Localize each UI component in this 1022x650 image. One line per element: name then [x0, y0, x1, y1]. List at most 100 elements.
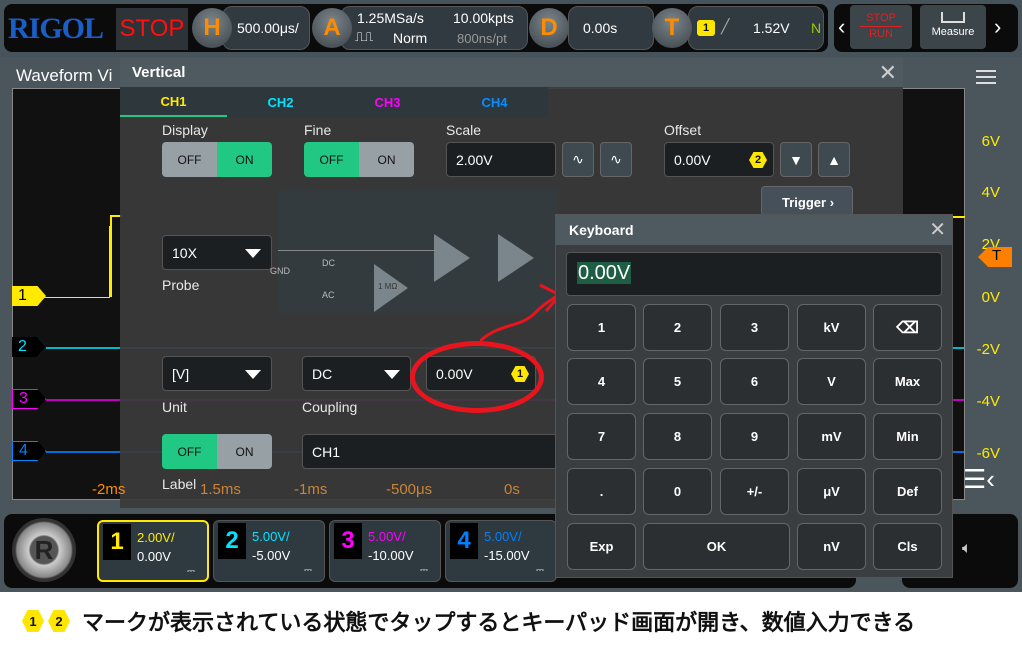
keyboard-title: Keyboard — [569, 222, 634, 238]
caption: 1 2 マークが表示されている状態でタップするとキーパッド画面が開き、数値入力で… — [0, 592, 1022, 650]
keyboard-input[interactable]: 0.00V — [566, 252, 942, 296]
key-decimal[interactable]: . — [567, 468, 636, 515]
offset-input[interactable]: 0.00V 2 — [664, 142, 774, 177]
channel-card-2[interactable]: 2 5.00V/ -5.00V ⎓ — [213, 520, 325, 582]
delay-key[interactable]: D — [529, 8, 569, 48]
x-tick-label: -500μs — [386, 481, 433, 498]
key-2[interactable]: 2 — [643, 304, 712, 351]
trigger-key[interactable]: T — [652, 8, 692, 48]
offset-label: Offset — [664, 122, 702, 138]
delay-button[interactable]: 0.00s — [568, 6, 654, 50]
display-label: Display — [162, 122, 208, 138]
dc-coupling-icon: ⎓ — [187, 566, 195, 577]
ruler-icon — [941, 12, 965, 23]
offset-amplifier-icon — [434, 234, 470, 282]
channel-scale: 5.00V/ — [252, 529, 290, 544]
unit-label: Unit — [162, 399, 187, 415]
key-4[interactable]: 4 — [567, 358, 636, 405]
key-sign[interactable]: +/- — [720, 468, 789, 515]
label-toggle[interactable]: OFF ON — [162, 434, 272, 469]
label-label: Label — [162, 476, 197, 492]
key-Def[interactable]: Def — [873, 468, 942, 515]
key-5[interactable]: 5 — [643, 358, 712, 405]
key-nV[interactable]: nV — [797, 523, 866, 570]
display-toggle[interactable]: OFF ON — [162, 142, 272, 177]
offset-up-button[interactable]: ▲ — [818, 142, 850, 177]
coupling-select[interactable]: DC — [302, 356, 411, 391]
key-8[interactable]: 8 — [643, 413, 712, 460]
key-1[interactable]: 1 — [567, 304, 636, 351]
stop-run-button[interactable]: STOP RUN — [850, 5, 912, 49]
chevron-left-icon[interactable]: ‹ — [838, 14, 845, 40]
scale-input[interactable]: 2.00V — [446, 142, 556, 177]
caption-text: マークが表示されている状態でタップするとキーパッド画面が開き、数値入力できる — [82, 610, 916, 635]
key-mV[interactable]: mV — [797, 413, 866, 460]
trigger-status-button[interactable]: 1 ╱ 1.52V N — [688, 6, 824, 50]
probe-label: Probe — [162, 277, 200, 293]
timebase-button[interactable]: 500.00μs/ — [222, 6, 310, 50]
key-μV[interactable]: μV — [797, 468, 866, 515]
offset-down-button[interactable]: ▼ — [780, 142, 812, 177]
y-tick-label: 4V — [981, 184, 1000, 201]
key-kV[interactable]: kV — [797, 304, 866, 351]
mute-icon[interactable]: 🔈︎ — [962, 540, 972, 558]
key-7[interactable]: 7 — [567, 413, 636, 460]
tab-ch2[interactable]: CH2 — [227, 87, 334, 117]
annotation-arrow — [480, 283, 563, 343]
probe-select[interactable]: 10X — [162, 235, 272, 270]
dc-coupling-icon: ⎓ — [536, 565, 544, 576]
channel-offset: 0.00V — [137, 549, 171, 564]
key-9[interactable]: 9 — [720, 413, 789, 460]
keyboard-dialog: Keyboard ✕ 0.00V 1 2 3 kV ⌫ 4 5 6 V Max 7 8 9 mV Min. 0 +… — [555, 214, 953, 578]
key-3[interactable]: 3 — [720, 304, 789, 351]
key-Exp[interactable]: Exp — [567, 523, 636, 570]
dc-coupling-icon: ⎓ — [304, 565, 312, 576]
trigger-menu-button[interactable]: Trigger › — [761, 186, 853, 216]
menu-icon[interactable] — [976, 70, 996, 84]
channel-scale: 2.00V/ — [137, 530, 175, 545]
fine-toggle[interactable]: OFF ON — [304, 142, 414, 177]
caret-down-icon — [245, 249, 261, 258]
coarse-wave-icon[interactable]: ∿ — [562, 142, 594, 177]
unit-select[interactable]: [V] — [162, 356, 272, 391]
key-Cls[interactable]: Cls — [873, 523, 942, 570]
tab-ch3[interactable]: CH3 — [334, 87, 441, 117]
key-6[interactable]: 6 — [720, 358, 789, 405]
key-Min[interactable]: Min — [873, 413, 942, 460]
horizontal-key[interactable]: H — [192, 8, 232, 48]
channel-number: 3 — [334, 523, 362, 559]
tab-ch1[interactable]: CH1 — [120, 87, 227, 117]
channel-card-4[interactable]: 4 5.00V/ -15.00V ⎓ — [445, 520, 557, 582]
close-icon[interactable]: ✕ — [879, 60, 897, 86]
channel-card-1[interactable]: 1 2.00V/0.00V ⎓ — [97, 520, 209, 582]
badge-2-icon: 2 — [48, 610, 70, 632]
channel-scale: 5.00V/ — [368, 529, 406, 544]
measure-button[interactable]: Measure — [920, 5, 986, 49]
key-0[interactable]: 0 — [643, 468, 712, 515]
key-OK[interactable]: OK — [643, 523, 790, 570]
x-tick-label: -2ms — [92, 481, 126, 498]
waveform-title: Waveform Vi — [16, 66, 113, 85]
channel-number: 1 — [103, 524, 131, 560]
badge-1-icon: 1 — [22, 610, 44, 632]
fine-wave-icon[interactable]: ∿ — [600, 142, 632, 177]
y-tick-label: 6V — [981, 133, 1000, 150]
channel-number: 4 — [450, 523, 478, 559]
channel-card-3[interactable]: 3 5.00V/ -10.00V ⎓ — [329, 520, 441, 582]
label-text-input[interactable]: CH1 — [302, 434, 562, 469]
close-icon[interactable]: ✕ — [929, 217, 946, 242]
x-tick-label: 0s — [504, 481, 520, 498]
key-Max[interactable]: Max — [873, 358, 942, 405]
run-state-button[interactable]: STOP — [116, 8, 188, 50]
collapse-menu-icon[interactable]: ☰‹ — [963, 464, 995, 495]
chevron-right-icon[interactable]: › — [994, 14, 1001, 40]
backspace-key[interactable]: ⌫ — [873, 304, 942, 351]
x-tick-label: -1ms — [294, 481, 328, 498]
rigol-home-icon[interactable]: R — [12, 518, 76, 582]
tab-ch4[interactable]: CH4 — [441, 87, 548, 117]
acquire-waveform-icon: ⎍⎍ — [355, 29, 374, 44]
acquire-key[interactable]: A — [312, 8, 352, 48]
key-V[interactable]: V — [797, 358, 866, 405]
y-tick-label: -4V — [976, 393, 1000, 410]
acquire-button[interactable]: 1.25MSa/s ⎍⎍ Norm 10.00kpts 800ns/pt — [340, 6, 528, 50]
